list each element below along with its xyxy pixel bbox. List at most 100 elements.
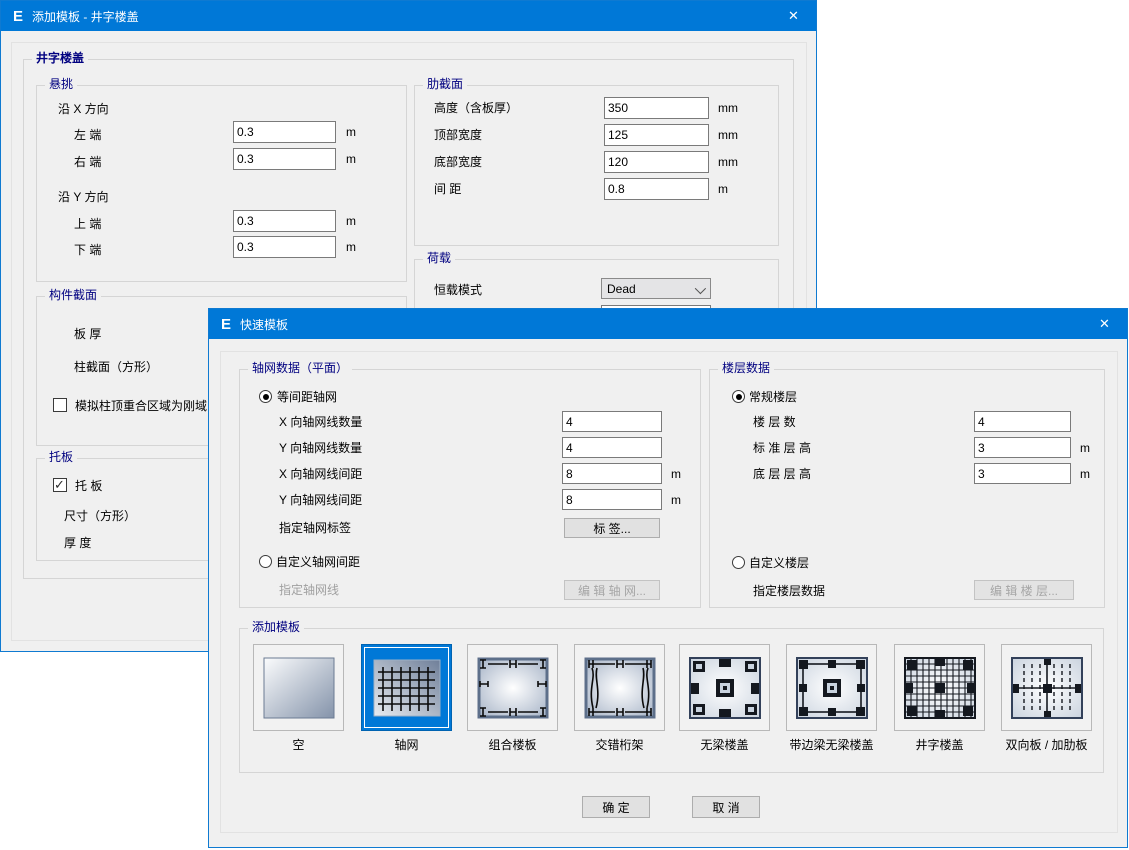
- x-grid-spacing-input[interactable]: [562, 463, 662, 484]
- x-grid-count-input[interactable]: [562, 411, 662, 432]
- typical-story-height-unit: m: [1080, 441, 1090, 455]
- overhang-bottom-unit: m: [346, 240, 356, 254]
- window1-title: 添加模板 - 井字楼盖: [32, 8, 139, 25]
- overhang-bottom-input[interactable]: [233, 236, 336, 258]
- rib-top-width-label: 顶部宽度: [434, 128, 482, 143]
- template-tile-composite-slab[interactable]: [467, 644, 558, 731]
- template-tile-two-way-ribbed-label: 双向板 / 加肋板: [1005, 736, 1087, 753]
- dead-load-pattern-label: 恒载模式: [434, 283, 482, 298]
- template-tile-grid[interactable]: [361, 644, 452, 731]
- grid-tag-label: 指定轴网标签: [279, 521, 351, 536]
- equal-spacing-grid-label: 等间距轴网: [277, 390, 337, 405]
- overhang-right-unit: m: [346, 152, 356, 166]
- group-drop-panel-caption: 托板: [45, 450, 77, 464]
- rib-bottom-width-input[interactable]: [604, 151, 709, 173]
- template-empty-icon: [263, 657, 335, 719]
- template-waffle-slab-icon: [904, 657, 976, 719]
- overhang-top-unit: m: [346, 214, 356, 228]
- rib-bottom-width-label: 底部宽度: [434, 155, 482, 170]
- overhang-left-input[interactable]: [233, 121, 336, 143]
- group-story-data-caption: 楼层数据: [718, 361, 774, 375]
- window2-close-icon[interactable]: ✕: [1082, 309, 1127, 339]
- equal-spacing-grid-radio[interactable]: [259, 390, 272, 403]
- rib-spacing-unit: m: [718, 182, 728, 196]
- custom-grid-spacing-label: 自定义轴网间距: [276, 555, 360, 570]
- template-tile-empty[interactable]: [253, 644, 344, 731]
- rib-top-width-input[interactable]: [604, 124, 709, 146]
- rib-spacing-input[interactable]: [604, 178, 709, 200]
- template-tile-staggered-truss[interactable]: [574, 644, 665, 731]
- dead-load-pattern-value: Dead: [607, 282, 636, 296]
- rigid-zone-checkbox-label: 模拟柱顶重合区域为刚域: [75, 399, 207, 414]
- overhang-right-input[interactable]: [233, 148, 336, 170]
- template-flat-slab-edge-beam-icon: [796, 657, 868, 719]
- overhang-top-label: 上 端: [74, 217, 101, 232]
- y-grid-spacing-unit: m: [671, 493, 681, 507]
- template-staggered-truss-icon: [584, 657, 656, 719]
- window1-titlebar[interactable]: E 添加模板 - 井字楼盖 ✕: [1, 1, 816, 31]
- x-grid-spacing-label: X 向轴网线间距: [279, 467, 362, 482]
- overhang-dir-x-label: 沿 X 方向: [58, 102, 109, 117]
- overhang-right-label: 右 端: [74, 155, 101, 170]
- rib-bottom-width-unit: mm: [718, 155, 738, 169]
- template-tile-composite-slab-label: 组合楼板: [488, 736, 536, 753]
- custom-grid-spacing-radio[interactable]: [259, 555, 272, 568]
- edit-grid-button: 编 辑 轴 网...: [564, 580, 660, 600]
- template-tile-flat-slab-label: 无梁楼盖: [700, 736, 748, 753]
- group-grid-data-caption: 轴网数据（平面）: [248, 361, 352, 375]
- bottom-story-height-unit: m: [1080, 467, 1090, 481]
- y-grid-count-input[interactable]: [562, 437, 662, 458]
- edit-story-button: 编 辑 楼 层...: [974, 580, 1074, 600]
- bottom-story-height-input[interactable]: [974, 463, 1071, 484]
- rigid-zone-checkbox[interactable]: [53, 398, 67, 412]
- group-waffle-slab-caption: 井字楼盖: [32, 51, 88, 65]
- dead-load-pattern-select[interactable]: Dead: [601, 278, 711, 299]
- drop-panel-checkbox-label: 托 板: [75, 479, 102, 494]
- y-grid-spacing-input[interactable]: [562, 489, 662, 510]
- specify-story-data-label: 指定楼层数据: [753, 584, 825, 599]
- y-grid-count-label: Y 向轴网线数量: [279, 441, 362, 456]
- template-flat-slab-icon: [689, 657, 761, 719]
- overhang-top-input[interactable]: [233, 210, 336, 232]
- template-tile-grid-label: 轴网: [394, 736, 418, 753]
- template-tile-two-way-ribbed[interactable]: [1001, 644, 1092, 731]
- template-tile-waffle-slab-label: 井字楼盖: [915, 736, 963, 753]
- rib-height-label: 高度（含板厚）: [434, 101, 518, 116]
- drop-panel-checkbox[interactable]: [53, 478, 67, 492]
- template-composite-slab-icon: [477, 657, 549, 719]
- window2-titlebar[interactable]: E 快速模板 ✕: [209, 309, 1127, 339]
- group-overhang-caption: 悬挑: [45, 77, 77, 91]
- custom-story-radio[interactable]: [732, 556, 745, 569]
- template-tile-empty-label: 空: [292, 736, 304, 753]
- grid-tag-button[interactable]: 标 签...: [564, 518, 660, 538]
- bottom-story-height-label: 底 层 层 高: [753, 467, 811, 482]
- template-two-way-ribbed-icon: [1011, 657, 1083, 719]
- x-grid-count-label: X 向轴网线数量: [279, 415, 362, 430]
- overhang-bottom-label: 下 端: [74, 243, 101, 258]
- template-tile-flat-slab-edge-beam-label: 带边梁无梁楼盖: [789, 736, 873, 753]
- rib-height-unit: mm: [718, 101, 738, 115]
- overhang-dir-y-label: 沿 Y 方向: [58, 190, 108, 205]
- template-tile-flat-slab[interactable]: [679, 644, 770, 731]
- typical-story-height-input[interactable]: [974, 437, 1071, 458]
- story-count-input[interactable]: [974, 411, 1071, 432]
- template-grid-icon: [373, 659, 441, 717]
- template-tile-staggered-truss-label: 交错桁架: [595, 736, 643, 753]
- story-count-label: 楼 层 数: [753, 415, 796, 430]
- window-quick-template: E 快速模板 ✕ 轴网数据（平面） 等间距轴网 X 向轴网线数量 Y 向轴网线数…: [208, 308, 1128, 848]
- group-load-caption: 荷载: [423, 251, 455, 265]
- ok-button[interactable]: 确 定: [582, 796, 650, 818]
- window1-close-icon[interactable]: ✕: [771, 1, 816, 31]
- app-logo-icon: E: [13, 8, 23, 25]
- regular-story-radio[interactable]: [732, 390, 745, 403]
- template-tile-waffle-slab[interactable]: [894, 644, 985, 731]
- rib-spacing-label: 间 距: [434, 182, 461, 197]
- typical-story-height-label: 标 准 层 高: [753, 441, 811, 456]
- drop-panel-thickness-label: 厚 度: [64, 536, 91, 551]
- group-rib-section-caption: 肋截面: [423, 77, 467, 91]
- overhang-left-unit: m: [346, 125, 356, 139]
- rib-height-input[interactable]: [604, 97, 709, 119]
- group-add-template-caption: 添加模板: [248, 620, 304, 634]
- template-tile-flat-slab-edge-beam[interactable]: [786, 644, 877, 731]
- cancel-button[interactable]: 取 消: [692, 796, 760, 818]
